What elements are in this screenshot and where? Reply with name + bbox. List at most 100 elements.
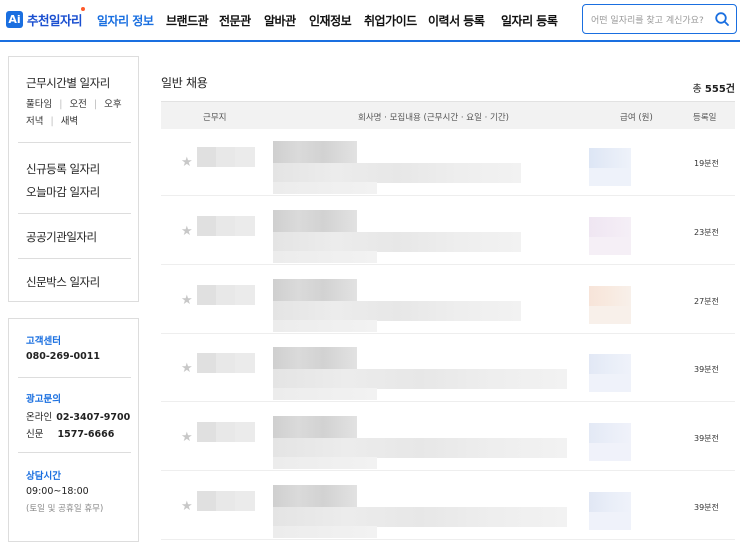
nav-item-specialty[interactable]: 전문관 [219, 12, 251, 29]
divider: | [50, 116, 54, 127]
nav-item-job-info[interactable]: 일자리 정보 [97, 12, 154, 29]
sidebar-item-public-jobs[interactable]: 공공기관일자리 [26, 229, 97, 245]
logo-dot-icon [81, 7, 85, 11]
table-row[interactable]: ★ 39분전 [161, 336, 735, 402]
table-row[interactable]: ★ 39분전 [161, 405, 735, 471]
blurred-company-name[interactable] [273, 416, 357, 438]
blurred-company-name[interactable] [273, 141, 357, 163]
top-header: Ai 추천일자리 일자리 정보 브랜드관 전문관 알바관 인재정보 취업가이드 … [0, 0, 740, 42]
nav-item-parttime[interactable]: 알바관 [264, 12, 296, 29]
ad-online-label: 온라인 [26, 412, 53, 423]
blurred-company-name[interactable] [273, 210, 357, 232]
ad-online-phone-row: 온라인 02-3407-9700 [26, 409, 130, 423]
sidebar-category-box: 근무시간별 일자리 풀타임 | 오전 | 오후 저녁 | 새벽 신규등록 일자리 오늘마감 … [8, 56, 139, 302]
cs-phone: 080-269-0011 [26, 351, 100, 362]
worktime-afternoon[interactable]: 오후 [104, 99, 121, 110]
star-icon[interactable]: ★ [181, 155, 193, 170]
blurred-location [197, 353, 217, 373]
blurred-location [235, 491, 255, 511]
total-prefix: 총 [692, 84, 702, 95]
blurred-salary [589, 286, 631, 306]
column-header-location: 근무지 [203, 113, 227, 123]
blurred-location [235, 216, 255, 236]
blurred-location [197, 216, 217, 236]
divider [18, 213, 131, 214]
blurred-job-description[interactable] [273, 301, 521, 321]
blurred-salary-detail [589, 443, 631, 461]
blurred-location [197, 147, 217, 167]
nav-item-talent[interactable]: 인재정보 [309, 12, 352, 29]
nav-item-guide[interactable]: 취업가이드 [364, 12, 417, 29]
posted-time: 39분전 [694, 365, 719, 374]
blurred-salary-detail [589, 237, 631, 255]
table-row[interactable]: ★ 27분전 [161, 268, 735, 334]
nav-item-resume-register[interactable]: 이력서 등록 [428, 12, 485, 29]
star-icon[interactable]: ★ [181, 293, 193, 308]
sidebar-worktime-title[interactable]: 근무시간별 일자리 [26, 75, 110, 91]
blurred-location [197, 491, 217, 511]
blurred-salary [589, 423, 631, 443]
search-input[interactable]: 어떤 일자리를 찾고 계신가요? [591, 13, 704, 26]
blurred-location [216, 216, 236, 236]
star-icon[interactable]: ★ [181, 430, 193, 445]
blurred-job-description[interactable] [273, 232, 521, 252]
hours-title: 상담시간 [26, 471, 61, 482]
blurred-salary [589, 217, 631, 237]
blurred-location [216, 491, 236, 511]
worktime-dawn[interactable]: 새벽 [61, 116, 78, 127]
worktime-morning[interactable]: 오전 [69, 99, 86, 110]
cs-title: 고객센터 [26, 336, 61, 347]
sidebar-item-newspaper-jobs[interactable]: 신문박스 일자리 [26, 274, 100, 290]
blurred-salary [589, 492, 631, 512]
blurred-company-name[interactable] [273, 485, 357, 507]
site-logo[interactable]: Ai 추천일자리 [6, 7, 85, 29]
search-icon[interactable] [714, 11, 730, 27]
table-header: 근무지 회사명 · 모집내용 (근무시간 · 요일 · 기간) 급여 (원) 등… [161, 101, 735, 129]
blurred-job-description[interactable] [273, 438, 567, 458]
column-header-salary: 급여 (원) [620, 113, 653, 123]
posted-time: 23분전 [694, 228, 719, 237]
blurred-job-description[interactable] [273, 369, 567, 389]
posted-time: 27분전 [694, 297, 719, 306]
blurred-salary [589, 148, 631, 168]
blurred-job-detail [273, 388, 377, 400]
customer-support-box: 고객센터 080-269-0011 광고문의 온라인 02-3407-9700 신… [8, 318, 139, 542]
ad-online-phone: 02-3407-9700 [56, 412, 131, 423]
table-row[interactable]: ★ 19분전 [161, 130, 735, 196]
table-row[interactable]: ★ 39분전 [161, 474, 735, 540]
star-icon[interactable]: ★ [181, 499, 193, 514]
blurred-job-description[interactable] [273, 163, 521, 183]
blurred-job-detail [273, 320, 377, 332]
divider [18, 377, 131, 378]
blurred-company-name[interactable] [273, 347, 357, 369]
star-icon[interactable]: ★ [181, 224, 193, 239]
blurred-salary-detail [589, 306, 631, 324]
table-row[interactable]: ★ 23분전 [161, 199, 735, 265]
divider [18, 142, 131, 143]
blurred-location [216, 353, 236, 373]
blurred-location [216, 147, 236, 167]
posted-time: 39분전 [694, 434, 719, 443]
blurred-salary-detail [589, 374, 631, 392]
logo-badge: Ai [6, 11, 23, 28]
worktime-options-row1: 풀타임 | 오전 | 오후 [26, 96, 122, 110]
worktime-evening[interactable]: 저녁 [26, 116, 43, 127]
ad-title: 광고문의 [26, 394, 61, 405]
divider [18, 258, 131, 259]
blurred-location [235, 422, 255, 442]
sidebar-item-new-jobs[interactable]: 신규등록 일자리 [26, 161, 100, 177]
blurred-company-name[interactable] [273, 279, 357, 301]
blurred-job-detail [273, 182, 377, 194]
posted-time: 39분전 [694, 503, 719, 512]
star-icon[interactable]: ★ [181, 361, 193, 376]
worktime-fulltime[interactable]: 풀타임 [26, 99, 52, 110]
posted-time: 19분전 [694, 159, 719, 168]
blurred-salary [589, 354, 631, 374]
divider [18, 452, 131, 453]
blurred-job-description[interactable] [273, 507, 567, 527]
blurred-location [216, 285, 236, 305]
sidebar-item-closing-today[interactable]: 오늘마감 일자리 [26, 184, 100, 200]
nav-item-job-register[interactable]: 일자리 등록 [501, 12, 558, 29]
search-box[interactable]: 어떤 일자리를 찾고 계신가요? [582, 4, 737, 34]
nav-item-brand[interactable]: 브랜드관 [166, 12, 209, 29]
